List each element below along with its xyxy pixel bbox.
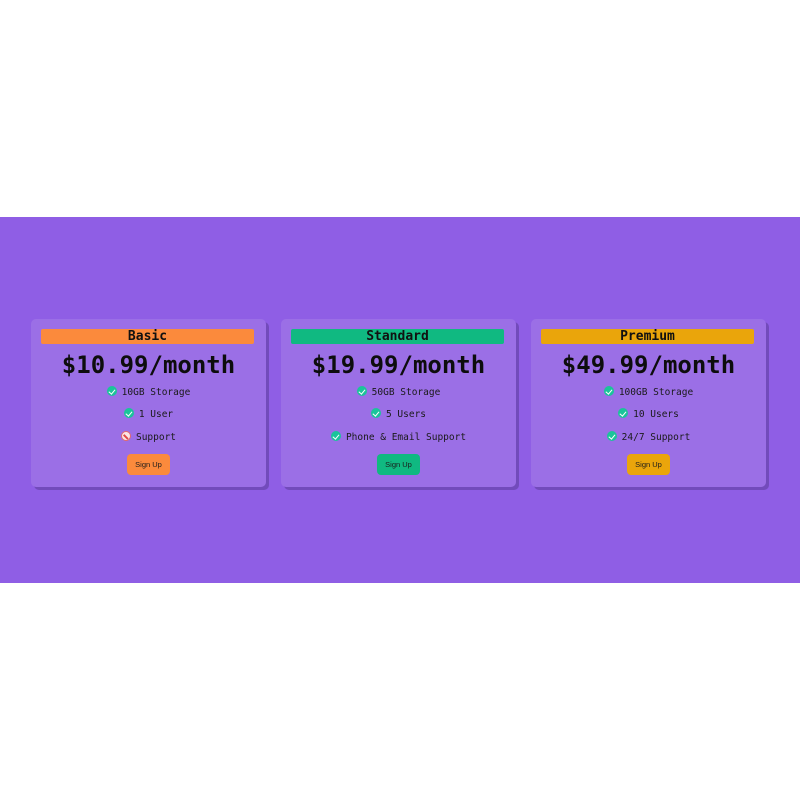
plan-name: Basic [41,329,254,344]
feature-label: 10GB Storage [121,387,191,398]
feature-label: 5 Users [385,409,427,420]
check-icon [106,386,117,396]
feature-item: Phone & Email Support [281,431,516,445]
feature-item: Support [31,431,266,445]
check-icon [123,408,134,418]
feature-item: 10 Users [531,408,766,422]
sign-up-button-basic[interactable]: Sign Up [127,454,170,475]
plan-price: $19.99/month [311,351,486,379]
check-icon [330,431,341,441]
feature-item: 24/7 Support [531,431,766,445]
pricing-card-premium: Premium $49.99/month 100GB Storage 10 Us… [531,319,766,487]
plan-price: $49.99/month [561,351,736,379]
check-icon [618,408,629,418]
cross-icon [120,431,131,441]
feature-item: 10GB Storage [31,386,266,400]
sign-up-button-standard[interactable]: Sign Up [377,454,420,475]
plan-name: Premium [541,329,754,344]
sign-up-button-premium[interactable]: Sign Up [627,454,670,475]
feature-label: 10 Users [633,409,679,420]
feature-item: 1 User [31,408,266,422]
feature-label: 100GB Storage [618,387,694,398]
check-icon [356,386,367,396]
check-icon [603,386,614,396]
feature-label: Support [135,432,177,443]
plan-name: Standard [291,329,504,344]
feature-item: 5 Users [281,408,516,422]
feature-label: 24/7 Support [621,432,691,443]
check-icon [370,408,381,418]
plan-price: $10.99/month [61,351,236,379]
pricing-card-basic: Basic $10.99/month 10GB Storage 1 User S… [31,319,266,487]
check-icon [606,431,617,441]
feature-label: 1 User [138,409,174,420]
feature-label: 50GB Storage [371,387,441,398]
pricing-card-standard: Standard $19.99/month 50GB Storage 5 Use… [281,319,516,487]
feature-label: Phone & Email Support [345,432,467,443]
feature-item: 50GB Storage [281,386,516,400]
feature-item: 100GB Storage [531,386,766,400]
